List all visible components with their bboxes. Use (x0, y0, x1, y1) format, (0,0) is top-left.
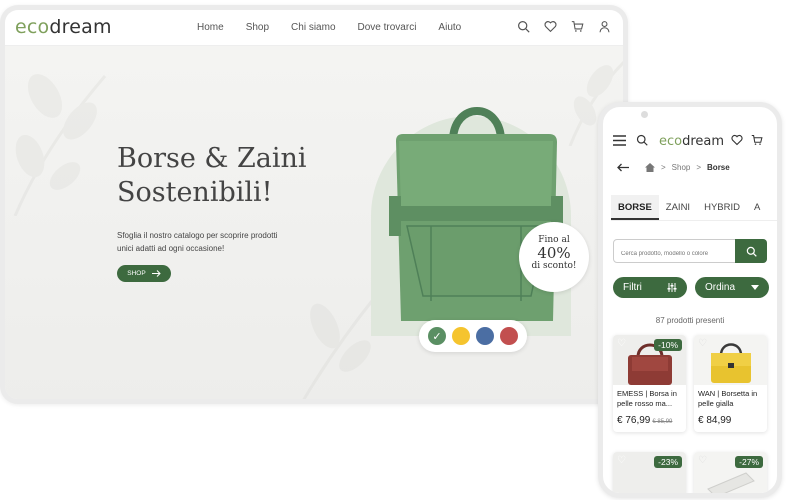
nav-aiuto[interactable]: Aiuto (438, 22, 461, 33)
hero-description: Sfoglia il nostro catalogo per scoprire … (117, 231, 278, 253)
green-backpack-image (389, 107, 563, 321)
swatch-yellow[interactable] (452, 327, 470, 345)
favorite-heart-icon[interactable]: ♡ (698, 455, 707, 466)
product-count: 87 prodotti presenti (655, 316, 725, 325)
desktop-header: ecodream Home Shop Chi siamo Dove trovar… (5, 10, 623, 46)
user-icon[interactable] (598, 20, 611, 33)
cart-icon[interactable] (751, 134, 763, 146)
sort-button[interactable]: Ordina (695, 277, 769, 298)
phone-header: ecodream (603, 125, 777, 155)
category-tabs: BORSE ZAINI HYBRID A (611, 195, 777, 221)
search-button[interactable] (735, 239, 767, 263)
arrow-right-icon (151, 270, 161, 277)
white-clutch-image (706, 472, 755, 493)
yellow-bag-image (710, 343, 751, 383)
swatch-blue[interactable] (476, 327, 494, 345)
sliders-icon (667, 283, 677, 292)
product-card[interactable]: ♡ -27% (694, 452, 767, 493)
search-icon (746, 246, 757, 257)
cart-icon[interactable] (571, 20, 584, 33)
hero-section: Borse & Zaini Sostenibili! Sfoglia il no… (5, 46, 623, 399)
filter-sort-bar: Filtri Ordina (613, 277, 769, 298)
swatch-green[interactable]: ✓ (428, 327, 446, 345)
product-price: € 76,99 € 85,99 (617, 415, 673, 426)
breadcrumb-current: Borse (707, 163, 730, 172)
hero-title: Borse & Zaini Sostenibili! (117, 143, 307, 208)
product-search (613, 239, 767, 265)
tab-borse[interactable]: BORSE (611, 195, 659, 220)
desktop-frame: ecodream Home Shop Chi siamo Dove trovar… (0, 5, 628, 404)
search-icon[interactable] (517, 20, 530, 33)
old-price: € 85,99 (652, 419, 673, 425)
leaf-decoration-icon (13, 74, 107, 216)
tab-hybrid[interactable]: HYBRID (697, 195, 747, 220)
tab-zaini[interactable]: ZAINI (659, 195, 697, 220)
nav-chi-siamo[interactable]: Chi siamo (291, 22, 335, 33)
back-arrow-icon[interactable] (617, 163, 629, 172)
phone-camera (641, 111, 648, 118)
mockup-stage: ecodream Home Shop Chi siamo Dove trovar… (0, 0, 787, 500)
nav-home[interactable]: Home (197, 22, 224, 33)
phone-logo[interactable]: ecodream (659, 134, 724, 149)
home-icon[interactable] (645, 163, 655, 172)
favorite-heart-icon[interactable]: ♡ (617, 338, 626, 349)
chevron-down-icon (751, 285, 759, 290)
color-swatches: ✓ (419, 320, 527, 352)
discount-badge: Fino al 40% di sconto! (519, 222, 589, 292)
desktop-header-icons (517, 20, 611, 33)
discount-tag: -10% (654, 339, 682, 351)
tab-more[interactable]: A (747, 195, 767, 220)
favorite-heart-icon[interactable]: ♡ (617, 455, 626, 466)
favorite-heart-icon[interactable]: ♡ (698, 338, 707, 349)
desktop-nav: Home Shop Chi siamo Dove trovarci Aiuto (197, 22, 483, 33)
desktop-logo[interactable]: ecodream (15, 16, 112, 38)
filters-button[interactable]: Filtri (613, 277, 687, 298)
product-card[interactable]: ♡ -10% EMESS | Borsa in pelle rosso ma..… (613, 335, 686, 432)
product-card[interactable]: ♡ WAN | Borsetta in pelle gialla € 84,99 (694, 335, 767, 432)
menu-icon[interactable] (613, 135, 626, 146)
breadcrumb: > Shop > Borse (617, 163, 730, 172)
heart-icon[interactable] (544, 20, 557, 33)
nav-shop[interactable]: Shop (246, 22, 269, 33)
product-name: EMESS | Borsa in pelle rosso ma... (617, 389, 677, 408)
nav-dove-trovarci[interactable]: Dove trovarci (358, 22, 417, 33)
discount-tag: -23% (654, 456, 682, 468)
heart-icon[interactable] (731, 134, 743, 146)
discount-tag: -27% (735, 456, 763, 468)
product-name: WAN | Borsetta in pelle gialla (698, 389, 758, 408)
search-input[interactable] (614, 243, 732, 265)
swatch-red[interactable] (500, 327, 518, 345)
shop-button[interactable]: SHOP (117, 265, 171, 282)
search-icon[interactable] (636, 134, 648, 146)
phone-frame: ecodream > Shop > Borse BORSE ZAINI HYBR… (598, 102, 782, 498)
breadcrumb-shop[interactable]: Shop (672, 163, 691, 172)
product-price: € 84,99 (698, 415, 732, 426)
product-card[interactable]: ♡ -23% (613, 452, 686, 493)
